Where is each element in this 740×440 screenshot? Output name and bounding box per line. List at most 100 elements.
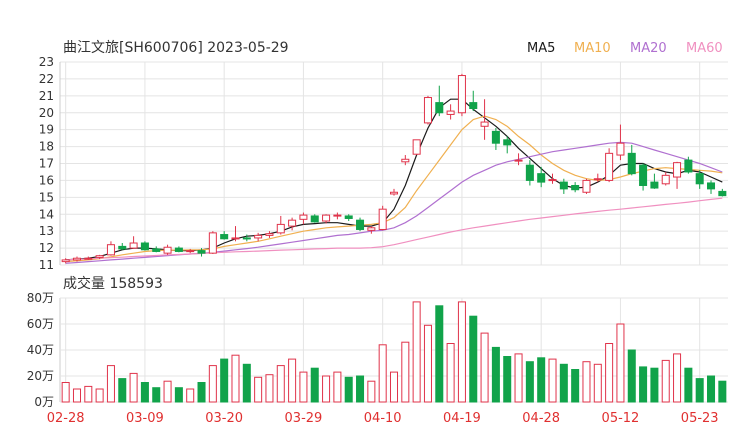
candle-body <box>537 173 546 183</box>
candle <box>310 214 319 223</box>
x-tick-label: 03-29 <box>285 411 323 426</box>
candle <box>412 139 421 156</box>
chart-title: 曲江文旅[SH600706] 2023-05-29 <box>63 40 289 56</box>
candle-body <box>72 257 81 261</box>
volume-bar <box>152 387 161 403</box>
volume-bar <box>650 367 659 403</box>
volume-bar <box>367 380 376 403</box>
volume-bar <box>220 358 229 403</box>
volume-tick-label: 60万 <box>27 317 54 331</box>
candle-body <box>423 97 432 124</box>
candle <box>367 226 376 234</box>
candle-body <box>231 237 240 240</box>
candlesticks <box>61 73 727 264</box>
volume-bar <box>537 357 546 403</box>
volume-bar <box>514 353 523 403</box>
volume-bar <box>525 361 534 403</box>
candle <box>582 178 591 194</box>
x-tick-label: 04-10 <box>364 411 402 426</box>
candle-body <box>559 181 568 190</box>
volume-tick-label: 20万 <box>27 369 54 383</box>
x-tick-label: 03-09 <box>126 411 164 426</box>
candle-body <box>378 208 387 230</box>
price-tick-label: 11 <box>39 258 54 272</box>
price-tick-label: 15 <box>39 190 54 204</box>
candle <box>163 244 172 255</box>
candle-body <box>401 158 410 163</box>
price-tick-label: 20 <box>39 106 54 120</box>
price-tick-label: 21 <box>39 89 54 103</box>
volume-bar <box>593 363 602 403</box>
volume-bar <box>435 305 444 403</box>
price-tick-label: 23 <box>39 55 54 69</box>
candle <box>605 148 614 183</box>
candle <box>661 171 670 186</box>
date-x-axis: 02-28 03-09 03-20 03-29 04-10 04-19 04-28 05-12… <box>47 411 719 426</box>
volume-bar <box>322 375 331 403</box>
volume-bar <box>118 378 127 403</box>
legend-ma20: MA20 <box>630 41 667 56</box>
volume-bar <box>639 366 648 403</box>
price-tick-label: 22 <box>39 72 54 86</box>
candle <box>174 246 183 253</box>
candle-body <box>525 164 534 181</box>
candle <box>627 144 636 176</box>
candle-body <box>208 232 217 254</box>
volume-bar <box>401 341 410 403</box>
candle-body <box>491 130 500 144</box>
candle-body <box>582 179 591 193</box>
candle <box>389 188 399 196</box>
candle <box>559 178 568 194</box>
candle-body <box>333 214 342 217</box>
candle-body <box>695 173 704 185</box>
price-tick-label: 17 <box>39 157 54 171</box>
volume-bar <box>129 372 138 403</box>
candle-body <box>571 184 580 191</box>
candle-body <box>412 139 421 155</box>
ma-line-ma10 <box>65 115 723 263</box>
candle-body <box>61 259 70 263</box>
volume-bar <box>559 363 568 403</box>
candle-body <box>457 75 466 114</box>
candle-body <box>84 257 93 260</box>
candle <box>435 85 444 117</box>
candle-body <box>106 244 115 256</box>
volume-bar <box>457 301 466 403</box>
candle-body <box>197 250 206 254</box>
candle-body <box>639 164 648 186</box>
volume-bar <box>276 365 285 403</box>
volume-bar <box>186 388 195 403</box>
legend-ma5: MA5 <box>527 41 555 56</box>
volume-bar <box>616 323 625 403</box>
volume-bars <box>61 301 727 403</box>
candle-body <box>265 233 274 236</box>
candle-body <box>684 159 693 173</box>
volume-bar <box>163 380 172 403</box>
volume-bar <box>423 324 432 403</box>
candle-body <box>174 247 183 252</box>
volume-tick-label: 80万 <box>27 291 54 305</box>
candle-body <box>707 182 716 190</box>
candle <box>537 166 546 188</box>
candle-body <box>605 152 614 181</box>
price-tick-label: 18 <box>39 140 54 154</box>
x-tick-label: 05-23 <box>681 411 719 426</box>
volume-bar <box>582 361 591 403</box>
candle-body <box>480 121 489 127</box>
candle <box>254 232 263 242</box>
volume-bar <box>695 378 704 403</box>
candle-body <box>276 223 285 234</box>
x-tick-label: 04-19 <box>443 411 481 426</box>
candle-body <box>163 246 172 254</box>
candle <box>718 188 727 197</box>
candle <box>208 231 217 255</box>
candle-body <box>310 215 319 223</box>
candle-body <box>254 234 263 239</box>
price-tick-label: 12 <box>39 241 54 255</box>
volume-bar <box>61 382 70 403</box>
x-tick-label: 05-12 <box>602 411 640 426</box>
volume-bar <box>231 354 240 403</box>
volume-y-axis: 0万 20万 40万 60万 80万 <box>27 291 54 409</box>
ma-legend: MA5 MA10 MA20 MA60 <box>527 41 723 56</box>
candle <box>129 236 138 249</box>
